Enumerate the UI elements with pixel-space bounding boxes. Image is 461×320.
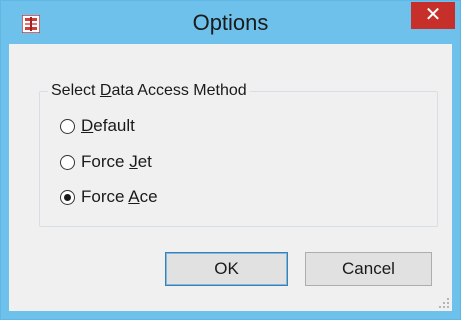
close-button[interactable]: ✕ bbox=[411, 2, 455, 29]
radio-force-ace[interactable]: Force Ace bbox=[60, 187, 158, 207]
close-icon: ✕ bbox=[424, 4, 442, 26]
title-bar[interactable]: Options ✕ bbox=[1, 1, 460, 44]
radio-button-icon[interactable] bbox=[60, 154, 75, 170]
window-title: Options bbox=[192, 10, 269, 35]
radio-button-icon-selected[interactable] bbox=[60, 189, 75, 205]
ok-button[interactable]: OK bbox=[165, 252, 288, 286]
radio-force-jet[interactable]: Force Jet bbox=[60, 152, 152, 172]
radio-default[interactable]: Default bbox=[60, 116, 135, 136]
radio-button-icon[interactable] bbox=[60, 118, 75, 134]
radio-selected-dot bbox=[64, 193, 71, 201]
options-dialog: Options ✕ Select Data Access Method Defa… bbox=[0, 0, 461, 320]
cancel-button[interactable]: Cancel bbox=[305, 252, 432, 286]
resize-grip-icon[interactable] bbox=[438, 297, 450, 309]
dialog-body: Select Data Access Method Default Force … bbox=[9, 44, 452, 311]
data-access-method-group: Select Data Access Method Default Force … bbox=[39, 81, 438, 227]
group-label: Select Data Access Method bbox=[48, 81, 250, 101]
radio-label-force-jet: Force Jet bbox=[81, 152, 152, 171]
radio-label-default: Default bbox=[81, 116, 135, 135]
radio-label-force-ace: Force Ace bbox=[81, 187, 158, 206]
